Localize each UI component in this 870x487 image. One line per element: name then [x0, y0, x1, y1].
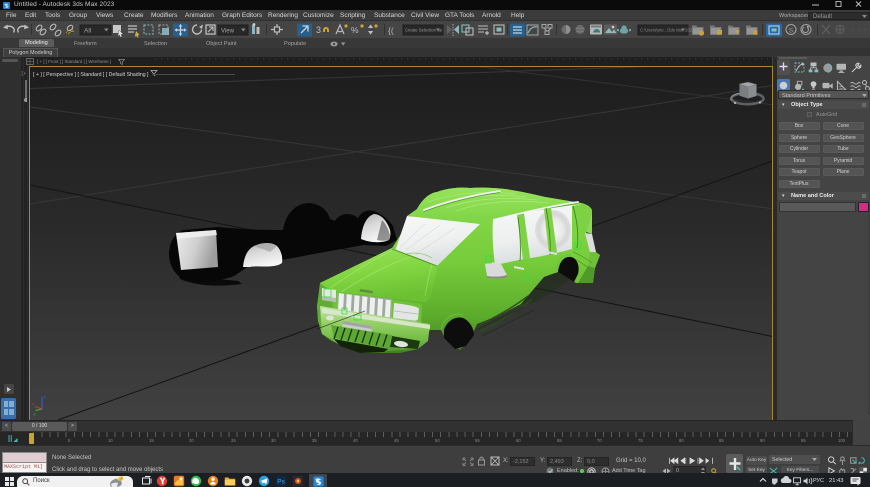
svg-text:z: z — [44, 394, 46, 399]
svg-text:All: All — [84, 28, 92, 35]
svg-text:C:\Users\pro...\3ds Max 202: C:\Users\pro...\3ds Max 202 — [640, 28, 693, 33]
svg-text:Ps: Ps — [277, 479, 285, 486]
svg-text:y: y — [34, 411, 36, 416]
svg-text:3: 3 — [316, 25, 321, 35]
svg-text:S: S — [789, 27, 794, 34]
svg-text:{(: {( — [388, 26, 394, 36]
svg-text:View: View — [221, 29, 235, 35]
svg-text:x: x — [32, 401, 34, 406]
svg-text:%: % — [351, 25, 359, 35]
